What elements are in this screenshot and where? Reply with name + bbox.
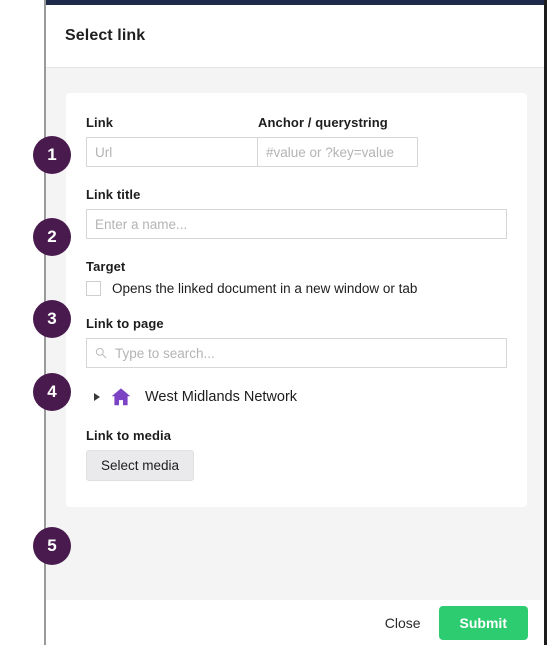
home-icon [111,388,131,406]
target-field-group: Target Opens the linked document in a ne… [86,259,507,296]
link-title-input[interactable] [86,209,507,239]
link-field-group: Link Anchor / querystring [86,115,507,167]
target-checkbox-row[interactable]: Opens the linked document in a new windo… [86,281,507,296]
select-media-button[interactable]: Select media [86,450,195,481]
page-tree: West Midlands Network [86,386,507,408]
link-to-page-label: Link to page [86,316,164,331]
target-checkbox-label: Opens the linked document in a new windo… [112,281,418,296]
link-picker-modal: Select link Link Anchor / querystring Li… [0,0,547,645]
step-badge-2: 2 [33,218,71,256]
caret-right-icon[interactable] [94,393,100,401]
target-label: Target [86,259,126,274]
tree-item-root[interactable]: West Midlands Network [94,386,507,408]
target-checkbox[interactable] [86,281,101,296]
link-form-card: Link Anchor / querystring Link title Tar… [66,93,527,507]
modal-header: Select link [46,5,544,67]
step-badge-5: 5 [33,527,71,565]
link-url-input[interactable] [86,137,258,167]
page-search-input[interactable] [86,338,507,368]
step-badge-4: 4 [33,373,71,411]
modal-body: Link Anchor / querystring Link title Tar… [46,67,544,600]
link-inputs-row [86,137,507,167]
tree-item-label: West Midlands Network [145,389,298,405]
link-to-media-field-group: Link to media Select media [86,428,507,481]
link-labels-row: Link Anchor / querystring [86,115,507,137]
link-title-field-group: Link title [86,187,507,239]
modal-title: Select link [65,27,146,44]
link-anchor-label: Anchor / querystring [258,115,388,130]
step-badge-3: 3 [33,300,71,338]
link-title-label: Link title [86,187,141,202]
link-url-label: Link [86,115,114,130]
page-search-wrapper [86,338,507,368]
link-to-page-field-group: Link to page West Midlands Network [86,316,507,408]
close-button[interactable]: Close [375,609,431,637]
submit-button[interactable]: Submit [438,605,528,640]
link-to-media-label: Link to media [86,428,172,443]
link-anchor-input[interactable] [258,137,418,167]
modal-footer: Close Submit [46,600,544,645]
step-badge-1: 1 [33,136,71,174]
